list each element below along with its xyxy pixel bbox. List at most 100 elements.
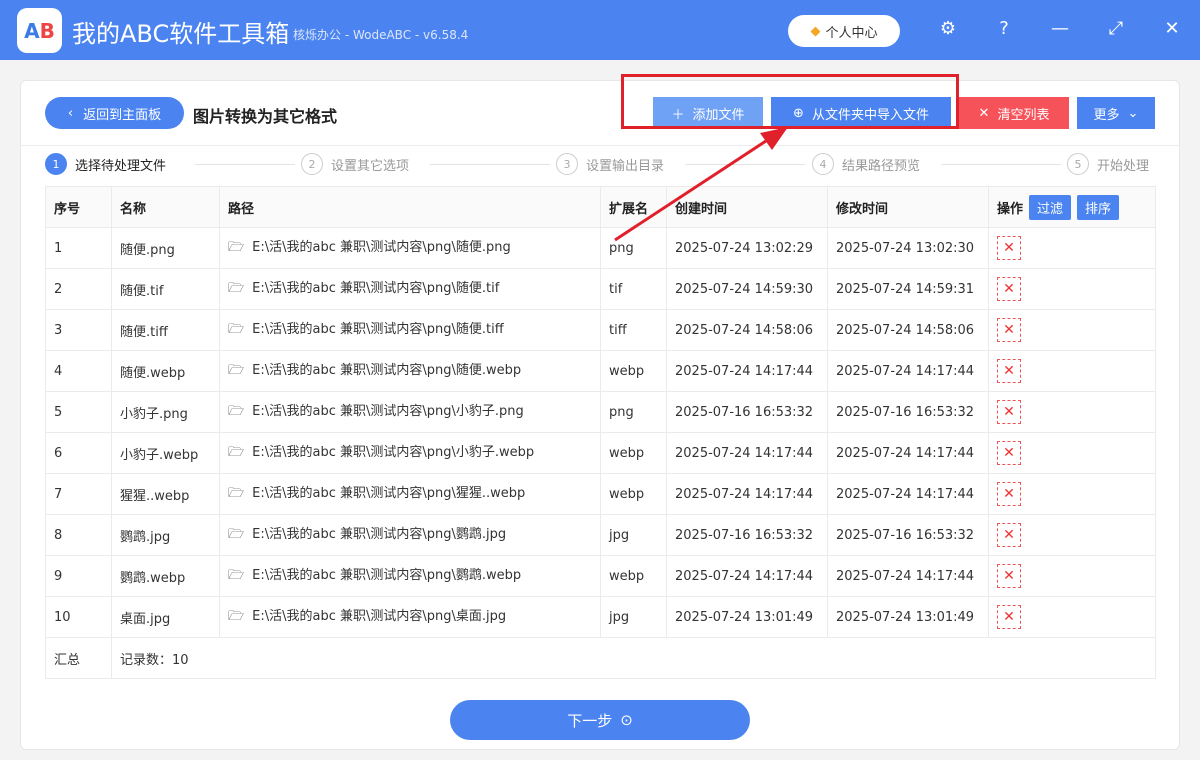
table-row[interactable]: 7 猩猩..webp 🗁 E:\活\我的abc 兼职\测试内容\png\猩猩..web… [45,473,1156,515]
row-created: 2025-07-16 16:53:32 [666,514,828,556]
row-path: 🗁 E:\活\我的abc 兼职\测试内容\png\随便.png [219,227,601,269]
folder-icon[interactable]: 🗁 [228,404,244,419]
more-label: 更多 [1093,107,1120,123]
path-text: E:\活\我的abc 兼职\测试内容\png\鹦鹉.jpg [252,527,507,542]
maximize-icon[interactable]: ⤢ [1104,18,1128,39]
app-logo: AB [17,8,62,53]
table-row[interactable]: 8 鹦鹉.jpg 🗁 E:\活\我的abc 兼职\测试内容\png\鹦鹉.jpg jpg… [45,514,1156,556]
row-ext: webp [600,350,667,392]
folder-icon[interactable]: 🗁 [228,445,244,460]
folder-icon[interactable]: 🗁 [228,486,244,501]
col-name[interactable]: 名称 [111,186,220,228]
row-created: 2025-07-24 13:01:49 [666,596,828,638]
table-row[interactable]: 2 随便.tif 🗁 E:\活\我的abc 兼职\测试内容\png\随便.tif tif… [45,268,1156,310]
row-modified: 2025-07-16 16:53:32 [827,391,989,433]
folder-icon[interactable]: 🗁 [228,281,244,296]
user-center-label: 个人中心 [825,25,878,41]
row-modified: 2025-07-16 16:53:32 [827,514,989,556]
col-created[interactable]: 创建时间 [666,186,828,228]
step-number: 1 [45,153,67,175]
table-row[interactable]: 5 小豹子.png 🗁 E:\活\我的abc 兼职\测试内容\png\小豹子.png p… [45,391,1156,433]
clear-list-button[interactable]: ✕ 清空列表 [959,97,1069,129]
col-path[interactable]: 路径 [219,186,601,228]
row-index: 6 [45,432,112,474]
row-action: ✕ [988,227,1156,269]
step-4: 4 结果路径预览 [812,153,920,175]
back-button[interactable]: ‹ 返回到主面板 [45,97,184,129]
delete-icon[interactable]: ✕ [997,277,1021,301]
delete-icon[interactable]: ✕ [997,605,1021,629]
table-row[interactable]: 6 小豹子.webp 🗁 E:\活\我的abc 兼职\测试内容\png\小豹子.web… [45,432,1156,474]
row-modified: 2025-07-24 14:17:44 [827,350,989,392]
settings-icon[interactable]: ⚙ [936,18,960,39]
folder-icon[interactable]: 🗁 [228,240,244,255]
col-ext[interactable]: 扩展名 [600,186,667,228]
x-icon: ✕ [978,105,990,121]
table-row[interactable]: 3 随便.tiff 🗁 E:\活\我的abc 兼职\测试内容\png\随便.tiff t… [45,309,1156,351]
row-path: 🗁 E:\活\我的abc 兼职\测试内容\png\鹦鹉.jpg [219,514,601,556]
row-ext: png [600,391,667,433]
row-index: 5 [45,391,112,433]
row-modified: 2025-07-24 14:58:06 [827,309,989,351]
step-label: 开始处理 [1097,158,1150,174]
row-index: 4 [45,350,112,392]
row-ext: png [600,227,667,269]
highlight-box [621,74,959,129]
table-row[interactable]: 1 随便.png 🗁 E:\活\我的abc 兼职\测试内容\png\随便.png png… [45,227,1156,269]
close-icon[interactable]: ✕ [1160,18,1184,39]
folder-icon[interactable]: 🗁 [228,527,244,542]
row-created: 2025-07-24 14:58:06 [666,309,828,351]
table-row[interactable]: 9 鹦鹉.webp 🗁 E:\活\我的abc 兼职\测试内容\png\鹦鹉.webp w… [45,555,1156,597]
delete-icon[interactable]: ✕ [997,400,1021,424]
row-created: 2025-07-24 14:17:44 [666,555,828,597]
sort-button[interactable]: 排序 [1077,194,1120,220]
folder-icon[interactable]: 🗁 [228,568,244,583]
row-path: 🗁 E:\活\我的abc 兼职\测试内容\png\鹦鹉.webp [219,555,601,597]
folder-icon[interactable]: 🗁 [228,322,244,337]
row-name: 随便.tif [111,268,220,310]
row-name: 猩猩..webp [111,473,220,515]
delete-icon[interactable]: ✕ [997,523,1021,547]
help-icon[interactable]: ? [992,18,1016,39]
summary-row: 汇总 记录数：10 [45,637,1156,679]
clear-list-label: 清空列表 [997,107,1050,123]
row-ext: jpg [600,514,667,556]
delete-icon[interactable]: ✕ [997,482,1021,506]
step-connector [941,164,1061,165]
path-text: E:\活\我的abc 兼职\测试内容\png\桌面.jpg [252,609,507,624]
row-ext: tiff [600,309,667,351]
table-row[interactable]: 4 随便.webp 🗁 E:\活\我的abc 兼职\测试内容\png\随便.webp w… [45,350,1156,392]
table-row[interactable]: 10 桌面.jpg 🗁 E:\活\我的abc 兼职\测试内容\png\桌面.jpg jp… [45,596,1156,638]
col-index[interactable]: 序号 [45,186,112,228]
user-center-button[interactable]: ◆ 个人中心 [788,15,900,47]
row-action: ✕ [988,391,1156,433]
col-modified[interactable]: 修改时间 [827,186,989,228]
folder-icon[interactable]: 🗁 [228,363,244,378]
folder-icon[interactable]: 🗁 [228,609,244,624]
next-step-label: 下一步 [567,711,613,730]
delete-icon[interactable]: ✕ [997,359,1021,383]
row-index: 10 [45,596,112,638]
title-bar: AB 我的ABC软件工具箱 核烁办公 - WodeABC - v6.58.4 ◆… [0,0,1200,60]
arrow-right-circle-icon: ⊙ [620,711,633,729]
col-action: 操作 过滤 排序 [988,186,1156,228]
delete-icon[interactable]: ✕ [997,236,1021,260]
next-step-button[interactable]: 下一步 ⊙ [450,700,750,740]
row-name: 鹦鹉.jpg [111,514,220,556]
more-button[interactable]: 更多 ⌄ [1077,97,1155,129]
delete-icon[interactable]: ✕ [997,318,1021,342]
filter-button[interactable]: 过滤 [1029,194,1072,220]
path-text: E:\活\我的abc 兼职\测试内容\png\随便.webp [252,363,522,378]
step-connector [685,164,805,165]
minimize-icon[interactable]: — [1048,18,1072,39]
delete-icon[interactable]: ✕ [997,441,1021,465]
delete-icon[interactable]: ✕ [997,564,1021,588]
path-text: E:\活\我的abc 兼职\测试内容\png\小豹子.webp [252,445,535,460]
step-number: 4 [812,153,834,175]
step-bar: 1 选择待处理文件 2 设置其它选项 3 设置输出目录 4 结果路径预览 5 开始处理 [45,153,1155,177]
chevron-down-icon: ⌄ [1127,105,1139,121]
row-index: 1 [45,227,112,269]
row-name: 桌面.jpg [111,596,220,638]
step-number: 5 [1067,153,1089,175]
path-text: E:\活\我的abc 兼职\测试内容\png\猩猩..webp [252,486,526,501]
